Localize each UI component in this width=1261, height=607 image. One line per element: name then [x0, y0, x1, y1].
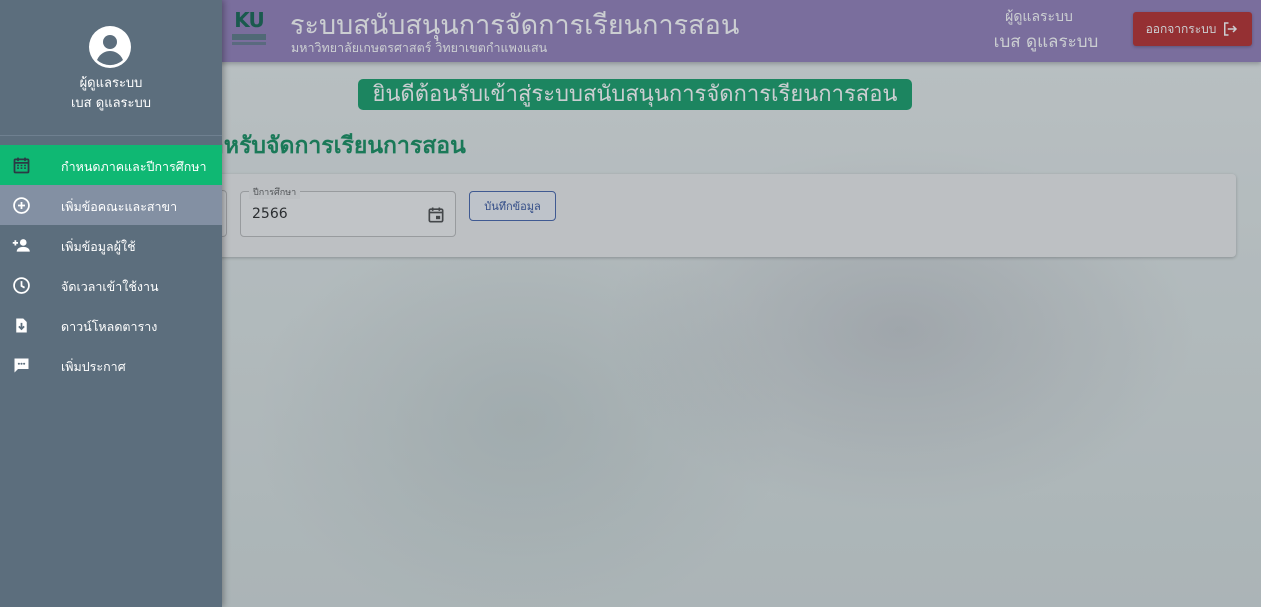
- clock-icon: [13, 277, 30, 294]
- chat-message-icon: [14, 358, 29, 373]
- drawer-menu: กำหนดภาคและปีการศึกษา เพิ่มข้อคณะและสาขา…: [0, 145, 222, 385]
- add-circle-icon: [13, 197, 30, 214]
- navigation-drawer: ผู้ดูแลระบบ เบส ดูแลระบบ กำหนดภาคและปีกา…: [0, 0, 222, 607]
- user-avatar-icon: [89, 26, 131, 68]
- menu-item-label: เพิ่มข้อคณะและสาขา: [61, 199, 178, 214]
- drawer-user-role: ผู้ดูแลระบบ: [79, 76, 143, 91]
- menu-item-label: ดาวน์โหลดตาราง: [61, 319, 158, 334]
- menu-item-semester-settings[interactable]: กำหนดภาคและปีการศึกษา: [0, 145, 222, 185]
- menu-item-label: เพิ่มข้อมูลผู้ใช้: [61, 239, 136, 254]
- menu-item-faculty-major[interactable]: เพิ่มข้อคณะและสาขา: [0, 185, 222, 225]
- menu-item-add-announcement[interactable]: เพิ่มประกาศ: [0, 345, 222, 385]
- menu-item-label: จัดเวลาเข้าใช้งาน: [61, 279, 159, 294]
- menu-item-access-schedule[interactable]: จัดเวลาเข้าใช้งาน: [0, 265, 222, 305]
- person-add-icon: [12, 239, 30, 252]
- menu-item-add-user[interactable]: เพิ่มข้อมูลผู้ใช้: [0, 225, 222, 265]
- menu-item-label: กำหนดภาคและปีการศึกษา: [61, 159, 207, 174]
- menu-item-label: เพิ่มประกาศ: [61, 359, 126, 374]
- calendar-icon: [13, 157, 30, 174]
- menu-item-download-schedule[interactable]: ดาวน์โหลดตาราง: [0, 305, 222, 345]
- drawer-profile: ผู้ดูแลระบบ เบส ดูแลระบบ: [0, 0, 222, 136]
- file-download-icon: [16, 318, 27, 333]
- drawer-user-name: เบส ดูแลระบบ: [70, 96, 152, 111]
